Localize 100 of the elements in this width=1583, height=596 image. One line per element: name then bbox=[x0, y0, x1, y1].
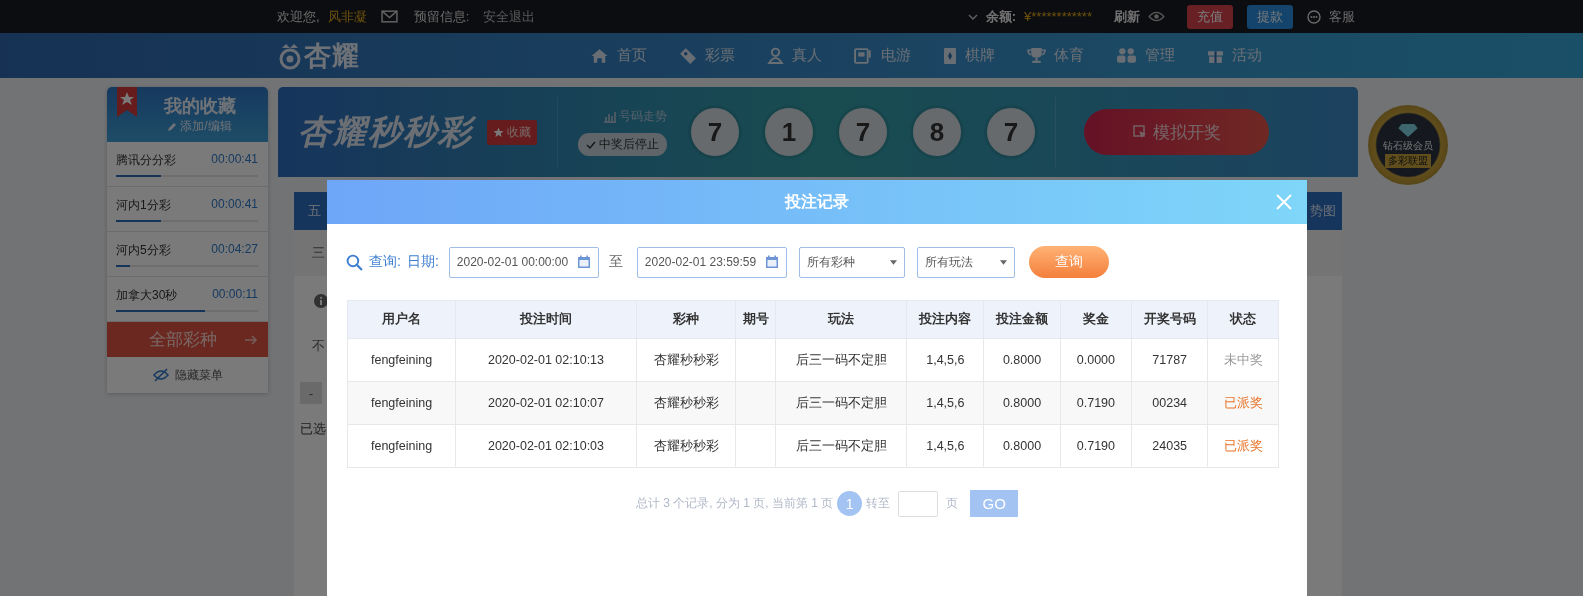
star-ribbon-icon bbox=[117, 87, 137, 117]
query-label: 查询: bbox=[369, 253, 401, 271]
query-button[interactable]: 查询 bbox=[1028, 246, 1109, 278]
eye-icon[interactable] bbox=[1148, 11, 1165, 22]
column-header: 开奖号码 bbox=[1131, 300, 1208, 339]
end-date-field[interactable]: 2020-02-01 23:59:59 bbox=[636, 246, 787, 278]
people-icon[interactable] bbox=[1116, 47, 1137, 64]
stop-on-win-checkbox[interactable]: 中奖后停止 bbox=[578, 133, 667, 156]
result-ball: 7 bbox=[691, 108, 739, 156]
recharge-button[interactable]: 充值 bbox=[1187, 4, 1233, 29]
envelope-icon[interactable] bbox=[380, 10, 398, 23]
table-cell: 0.8000 bbox=[983, 381, 1061, 425]
minus-button[interactable]: - bbox=[300, 382, 322, 404]
ticket-icon[interactable] bbox=[679, 46, 697, 65]
trophy-icon[interactable] bbox=[1027, 47, 1046, 64]
pencil-icon[interactable] bbox=[167, 121, 178, 132]
customer-service-link[interactable]: 客服 bbox=[1329, 7, 1355, 26]
checkmark-icon[interactable] bbox=[586, 139, 596, 150]
person-icon[interactable] bbox=[767, 47, 784, 64]
column-header: 期号 bbox=[735, 300, 776, 339]
start-date-field[interactable]: 2020-02-01 00:00:00 bbox=[448, 246, 599, 278]
dropdown-arrow-icon[interactable] bbox=[889, 259, 897, 265]
arrow-right-icon[interactable] bbox=[244, 334, 258, 345]
withdraw-button[interactable]: 提款 bbox=[1247, 4, 1293, 29]
nav-link[interactable]: 体育 bbox=[1011, 33, 1100, 78]
calendar-icon[interactable] bbox=[764, 255, 779, 269]
refresh-link[interactable]: 刷新 bbox=[1114, 7, 1140, 26]
table-cell: fengfeining bbox=[347, 424, 456, 468]
column-header: 用户名 bbox=[347, 300, 456, 339]
nav-link[interactable]: 活动 bbox=[1191, 33, 1278, 78]
chat-icon[interactable] bbox=[1307, 9, 1321, 24]
slot-machine-icon[interactable] bbox=[854, 47, 873, 64]
bar-chart-icon[interactable] bbox=[603, 110, 617, 123]
play-type-select[interactable]: 所有玩法 bbox=[916, 246, 1015, 278]
column-header: 彩种 bbox=[636, 300, 736, 339]
trend-chart-tab[interactable]: 势图 bbox=[1310, 202, 1336, 220]
card-icon[interactable] bbox=[943, 46, 957, 65]
cursor-icon[interactable] bbox=[1132, 125, 1147, 139]
table-cell: 后三一码不定胆 bbox=[775, 338, 907, 382]
diamond-icon bbox=[1397, 122, 1419, 138]
favorite-lottery-item[interactable]: 河内5分彩 00:04:27 bbox=[107, 232, 268, 277]
favorite-lottery-item[interactable]: 河内1分彩 00:00:41 bbox=[107, 187, 268, 232]
result-ball: 1 bbox=[765, 108, 813, 156]
dropdown-arrow-icon[interactable] bbox=[999, 259, 1007, 265]
reserved-info-label: 预留信息: bbox=[413, 7, 470, 26]
username-link[interactable]: 风非凝 bbox=[327, 7, 367, 26]
date-label: 日期: bbox=[406, 253, 439, 271]
add-edit-link[interactable]: 添加/编辑 bbox=[167, 118, 232, 135]
selection-text: 已选 bbox=[300, 421, 326, 436]
play-tab[interactable]: 五 bbox=[308, 202, 321, 220]
logo-text[interactable]: 杏耀 bbox=[304, 37, 360, 74]
balance-value: ¥************ bbox=[1024, 9, 1092, 24]
table-cell: fengfeining bbox=[347, 338, 456, 382]
table-cell: 1,4,5,6 bbox=[906, 424, 984, 468]
lottery-type-select[interactable]: 所有彩种 bbox=[798, 246, 905, 278]
star-icon[interactable] bbox=[493, 126, 504, 138]
simulate-draw-button[interactable]: 模拟开奖 bbox=[1084, 109, 1269, 155]
favorites-title: 我的收藏 bbox=[163, 95, 236, 118]
nav-link[interactable]: 棋牌 bbox=[927, 33, 1011, 78]
column-header: 玩法 bbox=[775, 300, 907, 339]
favorite-button[interactable]: 收藏 bbox=[487, 119, 537, 145]
nav-link[interactable]: 电游 bbox=[838, 33, 927, 78]
result-ball: 8 bbox=[913, 108, 961, 156]
logout-link[interactable]: 安全退出 bbox=[483, 7, 536, 26]
nav-link[interactable]: 管理 bbox=[1100, 33, 1191, 78]
nav-link[interactable]: 彩票 bbox=[663, 33, 751, 78]
balance-label: 余额: bbox=[985, 7, 1017, 26]
status-cell: 未中奖 bbox=[1207, 338, 1279, 382]
page-number-field[interactable] bbox=[898, 490, 939, 517]
table-cell: 24035 bbox=[1131, 424, 1208, 468]
result-ball: 7 bbox=[839, 108, 887, 156]
vip-level-text: 钻石级会员 bbox=[1383, 138, 1433, 153]
current-page-button[interactable]: 1 bbox=[837, 491, 863, 516]
favorite-lottery-item[interactable]: 腾讯分分彩 00:00:41 bbox=[107, 142, 268, 187]
table-cell: 0.8000 bbox=[983, 338, 1061, 382]
nav-link[interactable]: 真人 bbox=[751, 33, 838, 78]
table-cell: 杏耀秒秒彩 bbox=[636, 424, 736, 468]
chevron-down-icon[interactable] bbox=[967, 13, 978, 20]
pagination-summary: 总计 3 个记录, 分为 1 页, 当前第 1 页 bbox=[635, 495, 834, 512]
table-cell: 0.0000 bbox=[1060, 338, 1132, 382]
table-cell: 00234 bbox=[1131, 381, 1208, 425]
table-cell: 后三一码不定胆 bbox=[775, 381, 907, 425]
home-icon[interactable] bbox=[590, 47, 609, 64]
eye-slash-icon[interactable] bbox=[152, 368, 169, 382]
hint-text: 不 bbox=[312, 337, 325, 355]
all-lotteries-button[interactable]: 全部彩种 bbox=[107, 322, 268, 357]
nav-link[interactable]: 首页 bbox=[574, 33, 663, 78]
welcome-text: 欢迎您, bbox=[277, 7, 320, 26]
calendar-icon[interactable] bbox=[576, 255, 591, 269]
table-cell: 0.7190 bbox=[1060, 381, 1132, 425]
table-cell: 杏耀秒秒彩 bbox=[636, 381, 736, 425]
number-trend-link[interactable]: 号码走势 bbox=[603, 108, 667, 125]
table-cell: fengfeining bbox=[347, 381, 456, 425]
column-header: 投注时间 bbox=[455, 300, 637, 339]
table-cell: 后三一码不定胆 bbox=[775, 424, 907, 468]
status-cell: 已派奖 bbox=[1207, 424, 1279, 468]
range-separator: 至 bbox=[608, 253, 623, 271]
go-button[interactable]: GO bbox=[970, 490, 1019, 517]
hide-menu-link[interactable]: 隐藏菜单 bbox=[107, 357, 268, 393]
column-header: 奖金 bbox=[1060, 300, 1132, 339]
